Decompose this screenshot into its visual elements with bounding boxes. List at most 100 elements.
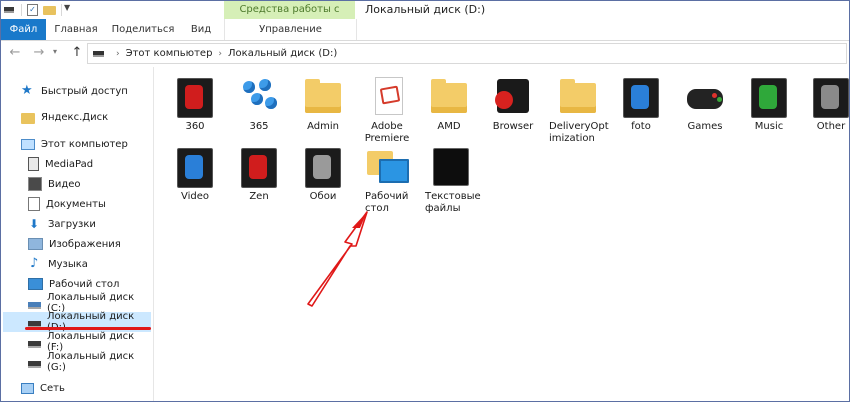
drive-icon bbox=[28, 361, 41, 368]
file-label-part: Рабочий bbox=[365, 191, 409, 202]
network-icon bbox=[21, 382, 34, 394]
file-label: Music bbox=[754, 121, 784, 132]
nav-item-music[interactable]: Музыка bbox=[28, 254, 88, 274]
file-item[interactable]: Music bbox=[737, 75, 801, 133]
file-item[interactable]: Other bbox=[799, 75, 849, 133]
file-item[interactable]: Browser bbox=[481, 75, 545, 133]
file-item[interactable]: Zen bbox=[227, 145, 291, 203]
desktop-icon bbox=[28, 278, 43, 290]
file-item[interactable]: Текстовые файлы bbox=[419, 145, 483, 215]
drive-icon bbox=[28, 302, 41, 309]
nav-item-label: Рабочий стол bbox=[49, 278, 120, 290]
file-label: Admin bbox=[307, 121, 339, 132]
back-button[interactable]: ← bbox=[7, 44, 23, 62]
up-button[interactable]: ↑ bbox=[69, 44, 85, 62]
file-label: DeliveryOpt imization bbox=[545, 121, 611, 145]
nav-item-label: Локальный диск (F:) bbox=[47, 331, 135, 353]
chevron-right-icon[interactable]: › bbox=[218, 49, 222, 59]
dark-gray-app-icon bbox=[809, 75, 849, 119]
file-view: 360 365 Admin Adobe Premiere AMD Browser… bbox=[161, 67, 849, 401]
desktop-folder-icon bbox=[365, 145, 409, 189]
file-item[interactable]: AMD bbox=[417, 75, 481, 133]
nav-item-label: MediaPad bbox=[45, 158, 94, 170]
browser-icon bbox=[491, 75, 535, 119]
ribbon-tabs: Файл Главная Поделиться Вид Управление bbox=[1, 19, 849, 41]
new-folder-icon bbox=[43, 5, 56, 15]
video-icon bbox=[28, 177, 42, 191]
folder-icon bbox=[556, 75, 600, 119]
dark-green-app-icon bbox=[747, 75, 791, 119]
nav-item-label: Загрузки bbox=[48, 218, 96, 230]
dark-gray-app-icon bbox=[301, 145, 345, 189]
nav-item-images[interactable]: Изображения bbox=[28, 234, 121, 254]
folder-icon bbox=[427, 75, 471, 119]
file-label-part: Текстовые bbox=[425, 191, 481, 202]
tab-home[interactable]: Главная bbox=[50, 19, 102, 40]
address-bar[interactable]: › Этот компьютер › Локальный диск (D:) bbox=[87, 43, 847, 64]
nav-item-network[interactable]: Сеть bbox=[21, 378, 65, 398]
chevron-right-icon[interactable]: › bbox=[116, 49, 120, 59]
nav-item-label: Локальный диск (G:) bbox=[47, 351, 135, 373]
tab-file[interactable]: Файл bbox=[1, 19, 46, 40]
dark-blue-app-icon bbox=[619, 75, 663, 119]
nav-item-yandex-disk[interactable]: Яндекс.Диск bbox=[21, 107, 108, 127]
nav-item-disk-c[interactable]: Локальный диск (C:) bbox=[28, 292, 153, 314]
file-label-part: DeliveryOpt bbox=[549, 121, 609, 132]
recent-locations-chevron-icon[interactable]: ▾ bbox=[53, 47, 57, 56]
file-label: Games bbox=[687, 121, 723, 132]
file-item[interactable]: Обои bbox=[291, 145, 355, 203]
tab-manage[interactable]: Управление bbox=[224, 19, 357, 40]
phone-icon bbox=[28, 157, 39, 171]
file-label: Обои bbox=[309, 191, 337, 202]
properties-button[interactable]: ✓ bbox=[27, 4, 39, 16]
quick-access-dropdown-icon[interactable]: ▼ bbox=[64, 3, 70, 12]
nav-item-video[interactable]: Видео bbox=[28, 174, 81, 194]
nav-item-disk-f[interactable]: Локальный диск (F:) bbox=[28, 331, 153, 353]
file-item[interactable]: Video bbox=[163, 145, 227, 203]
tab-share[interactable]: Поделиться bbox=[109, 19, 177, 40]
breadcrumb-local-disk-d[interactable]: Локальный диск (D:) bbox=[228, 48, 337, 59]
file-item[interactable]: 360 bbox=[163, 75, 227, 133]
tablet-icon bbox=[429, 145, 473, 189]
file-label: 360 bbox=[185, 121, 205, 132]
nav-item-label: Видео bbox=[48, 178, 81, 190]
file-item[interactable]: foto bbox=[609, 75, 673, 133]
file-item[interactable]: Games bbox=[673, 75, 737, 133]
nav-item-quick-access[interactable]: Быстрый доступ bbox=[21, 81, 128, 101]
nav-item-desktop[interactable]: Рабочий стол bbox=[28, 274, 119, 294]
download-icon bbox=[28, 217, 42, 231]
drive-icon bbox=[4, 4, 16, 16]
dark-red-app-icon bbox=[173, 75, 217, 119]
breadcrumb-this-pc[interactable]: Этот компьютер bbox=[126, 48, 213, 59]
nav-item-documents[interactable]: Документы bbox=[28, 194, 106, 214]
navigation-pane: Быстрый доступ Яндекс.Диск Этот компьюте… bbox=[1, 67, 154, 401]
computer-icon bbox=[21, 138, 35, 150]
file-label: Video bbox=[180, 191, 210, 202]
nav-item-label: Музыка bbox=[48, 258, 88, 270]
document-icon bbox=[28, 197, 40, 211]
file-item[interactable]: 365 bbox=[227, 75, 291, 133]
nav-item-label: Яндекс.Диск bbox=[41, 111, 109, 123]
dark-red-app-icon bbox=[237, 145, 281, 189]
tab-view[interactable]: Вид bbox=[185, 19, 217, 40]
nav-item-mediapad[interactable]: MediaPad bbox=[28, 154, 93, 174]
file-item[interactable]: Admin bbox=[291, 75, 355, 133]
nav-item-disk-g[interactable]: Локальный диск (G:) bbox=[28, 351, 153, 373]
file-item[interactable]: Adobe Premiere bbox=[355, 75, 419, 145]
title-bar: ✓ ▼ Средства работы с дисками Локальный … bbox=[1, 1, 849, 33]
new-folder-button[interactable] bbox=[43, 4, 57, 16]
file-label: Рабочий стол bbox=[355, 191, 419, 215]
drive-icon bbox=[28, 341, 41, 348]
nav-item-this-pc[interactable]: Этот компьютер bbox=[21, 134, 128, 154]
forward-button[interactable]: → bbox=[31, 44, 47, 62]
file-item[interactable]: DeliveryOpt imization bbox=[545, 75, 611, 145]
file-label: AMD bbox=[437, 121, 461, 132]
file-label: Текстовые файлы bbox=[419, 191, 483, 215]
file-item[interactable]: Рабочий стол bbox=[355, 145, 419, 215]
nav-item-label: Быстрый доступ bbox=[41, 85, 128, 97]
window-title: Локальный диск (D:) bbox=[365, 3, 486, 16]
dark-blue-film-icon bbox=[173, 145, 217, 189]
nav-item-downloads[interactable]: Загрузки bbox=[28, 214, 96, 234]
properties-icon: ✓ bbox=[27, 4, 38, 16]
drive-icon bbox=[93, 50, 104, 57]
